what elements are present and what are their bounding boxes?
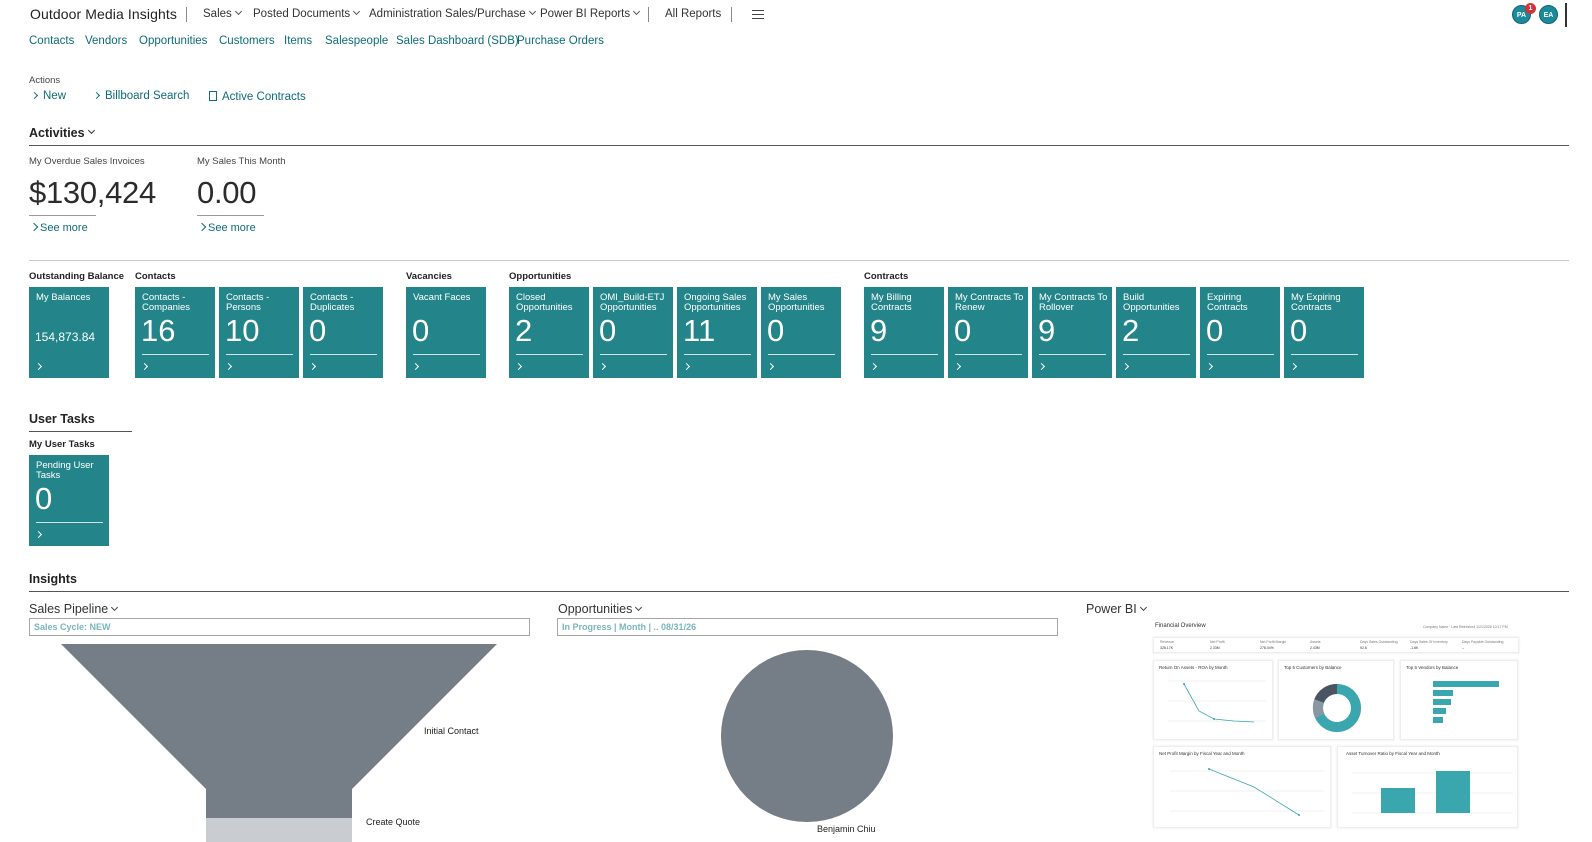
pbi-visual-roa[interactable]: Return On Assets - ROA by Month	[1153, 660, 1273, 740]
funnel-label-initial-contact: Initial Contact	[424, 726, 479, 736]
tile-title: Ongoing Sales Opportunities	[684, 292, 747, 313]
chevron-right-icon	[766, 362, 775, 371]
power-bi-title-label: Power BI	[1086, 602, 1137, 616]
pbi-vendors-bar-chart	[1433, 681, 1499, 723]
pbi-npm-line-chart	[1170, 768, 1324, 816]
tile-expiring-contracts[interactable]: Expiring Contracts 0	[1200, 287, 1280, 378]
tile-title: Build Opportunities	[1123, 292, 1180, 313]
funnel-stage-create-quote[interactable]	[206, 818, 352, 842]
tile-title: OMI_Build-ETJ Opportunities	[600, 292, 665, 313]
chevron-right-icon	[682, 362, 691, 371]
group-label-contracts: Contracts	[864, 271, 909, 282]
pbi-customers-donut-chart	[1312, 684, 1361, 732]
tile-title: My Contracts To Rollover	[1039, 292, 1108, 313]
chevron-down-icon	[635, 603, 643, 612]
tile-title: My Expiring Contracts	[1291, 292, 1341, 313]
hamburger-icon[interactable]	[752, 10, 764, 19]
pbi-kpi-value: 328.17K	[1160, 646, 1174, 650]
nav-separator	[648, 7, 649, 22]
pbi-kpi-value: 278.04%	[1260, 646, 1274, 650]
pbi-kpi-strip: Revenue 328.17K Net Profit 2.33M Net Pro…	[1153, 637, 1519, 653]
sales-pipeline-funnel	[61, 644, 497, 842]
chevron-right-icon	[1289, 362, 1298, 371]
funnel-label-create-quote: Create Quote	[366, 817, 421, 827]
pbi-kpi-value: 92.6	[1360, 646, 1367, 650]
nav-all-reports[interactable]: All Reports	[665, 8, 721, 20]
pbi-kpi-label: Net Profit Margin	[1260, 640, 1287, 644]
chevron-right-icon	[1121, 362, 1130, 371]
power-bi-report[interactable]: Financial Overview Company Name · Last R…	[1150, 618, 1522, 842]
opportunities-title-label: Opportunities	[558, 602, 633, 616]
pbi-kpi-label: Net Profit	[1210, 640, 1225, 644]
nav-power-bi-reports[interactable]: Power BI Reports	[540, 7, 641, 20]
tile-divider	[955, 354, 1022, 355]
avatar[interactable]: EA	[1539, 5, 1558, 24]
pbi-visual-top-vendors[interactable]: Top 5 Vendors by Balance	[1400, 660, 1518, 740]
tile-value: 11	[683, 313, 716, 348]
tile-value: 0	[1206, 313, 1224, 348]
pbi-report-title: Financial Overview	[1155, 623, 1206, 629]
chevron-down-icon	[633, 7, 641, 16]
pbi-kpi-label: Days Sales Outstanding	[1360, 640, 1398, 644]
chevron-right-icon	[598, 362, 607, 371]
chevron-right-icon	[1205, 362, 1214, 371]
nav-power-bi-reports-label: Power BI Reports	[540, 8, 631, 20]
pbi-asset-turnover-bar-chart	[1352, 771, 1513, 814]
tile-divider	[684, 354, 751, 355]
tile-my-expiring-contracts[interactable]: My Expiring Contracts 0	[1284, 287, 1364, 378]
opportunities-filter[interactable]: In Progress | Month | .. 08/31/26	[557, 618, 1058, 636]
tile-value: 2	[1122, 313, 1140, 348]
tile-omi-build-etj-opportunities[interactable]: OMI_Build-ETJ Opportunities 0	[593, 287, 673, 378]
pbi-kpi-label: Revenue	[1160, 640, 1175, 644]
tile-value: 9	[1038, 313, 1056, 348]
tile-my-billing-contracts[interactable]: My Billing Contracts 9	[864, 287, 944, 378]
tile-my-contracts-to-renew[interactable]: My Contracts To Renew 0	[948, 287, 1028, 378]
chevron-down-icon	[1139, 603, 1147, 612]
tile-my-contracts-to-rollover[interactable]: My Contracts To Rollover 9	[1032, 287, 1112, 378]
tile-value: 0	[1290, 313, 1308, 348]
tile-divider	[1123, 354, 1190, 355]
tile-value: 0	[954, 313, 972, 348]
tile-title: My Contracts To Renew	[955, 292, 1024, 313]
pbi-kpi-value: -1.6K	[1410, 646, 1419, 650]
pbi-visual-asset-turnover[interactable]: Asset Turnover Ratio by Fiscal Year and …	[1337, 746, 1518, 828]
tile-value: 0	[599, 313, 617, 348]
tile-divider	[1291, 354, 1358, 355]
tile-divider	[600, 354, 667, 355]
pbi-kpi-label: Assets	[1310, 640, 1321, 644]
pbi-kpi-value: 2.33M	[1210, 646, 1220, 650]
chevron-right-icon	[1037, 362, 1046, 371]
window-edge-divider	[1565, 3, 1567, 27]
tile-title: My Billing Contracts	[871, 292, 912, 313]
chevron-right-icon	[869, 362, 878, 371]
tile-divider	[768, 354, 835, 355]
pbi-header-meta: Company Name · Last Refreshed 1/21/2026 …	[1423, 625, 1508, 629]
chevron-right-icon	[953, 362, 962, 371]
pbi-visual-net-profit-margin[interactable]: Net Profit Margin by Fiscal Year and Mon…	[1153, 746, 1331, 828]
tile-divider	[1039, 354, 1106, 355]
tile-build-opportunities[interactable]: Build Opportunities 2	[1116, 287, 1196, 378]
notification-badge: 1	[1525, 3, 1536, 14]
pbi-kpi-label: Days Payable Outstanding	[1462, 640, 1504, 644]
tile-divider	[1207, 354, 1274, 355]
pie-slice-benjamin-chiu[interactable]	[721, 650, 893, 822]
nav-separator	[731, 7, 732, 22]
pbi-kpi-value: --	[1462, 646, 1465, 650]
tile-my-sales-opportunities[interactable]: My Sales Opportunities 0	[761, 287, 841, 378]
pbi-roa-line-chart	[1168, 680, 1266, 723]
tile-divider	[871, 354, 938, 355]
pbi-visual-top-customers[interactable]: Top 5 Customers by Balance	[1278, 660, 1394, 740]
power-bi-title[interactable]: Power BI	[1086, 602, 1147, 616]
tile-ongoing-sales-opportunities[interactable]: Ongoing Sales Opportunities 11	[677, 287, 757, 378]
tile-value: 0	[767, 313, 785, 348]
tile-value: 9	[870, 313, 888, 348]
tile-title: Expiring Contracts	[1207, 292, 1248, 313]
pie-label: Benjamin Chiu	[817, 824, 876, 834]
opportunities-title[interactable]: Opportunities	[558, 602, 643, 616]
pbi-kpi-label: Days Sales Of Inventory	[1410, 640, 1448, 644]
tile-title: My Sales Opportunities	[768, 292, 825, 313]
pbi-kpi-value: 2.43M	[1310, 646, 1320, 650]
opportunities-pie-chart	[721, 650, 893, 822]
